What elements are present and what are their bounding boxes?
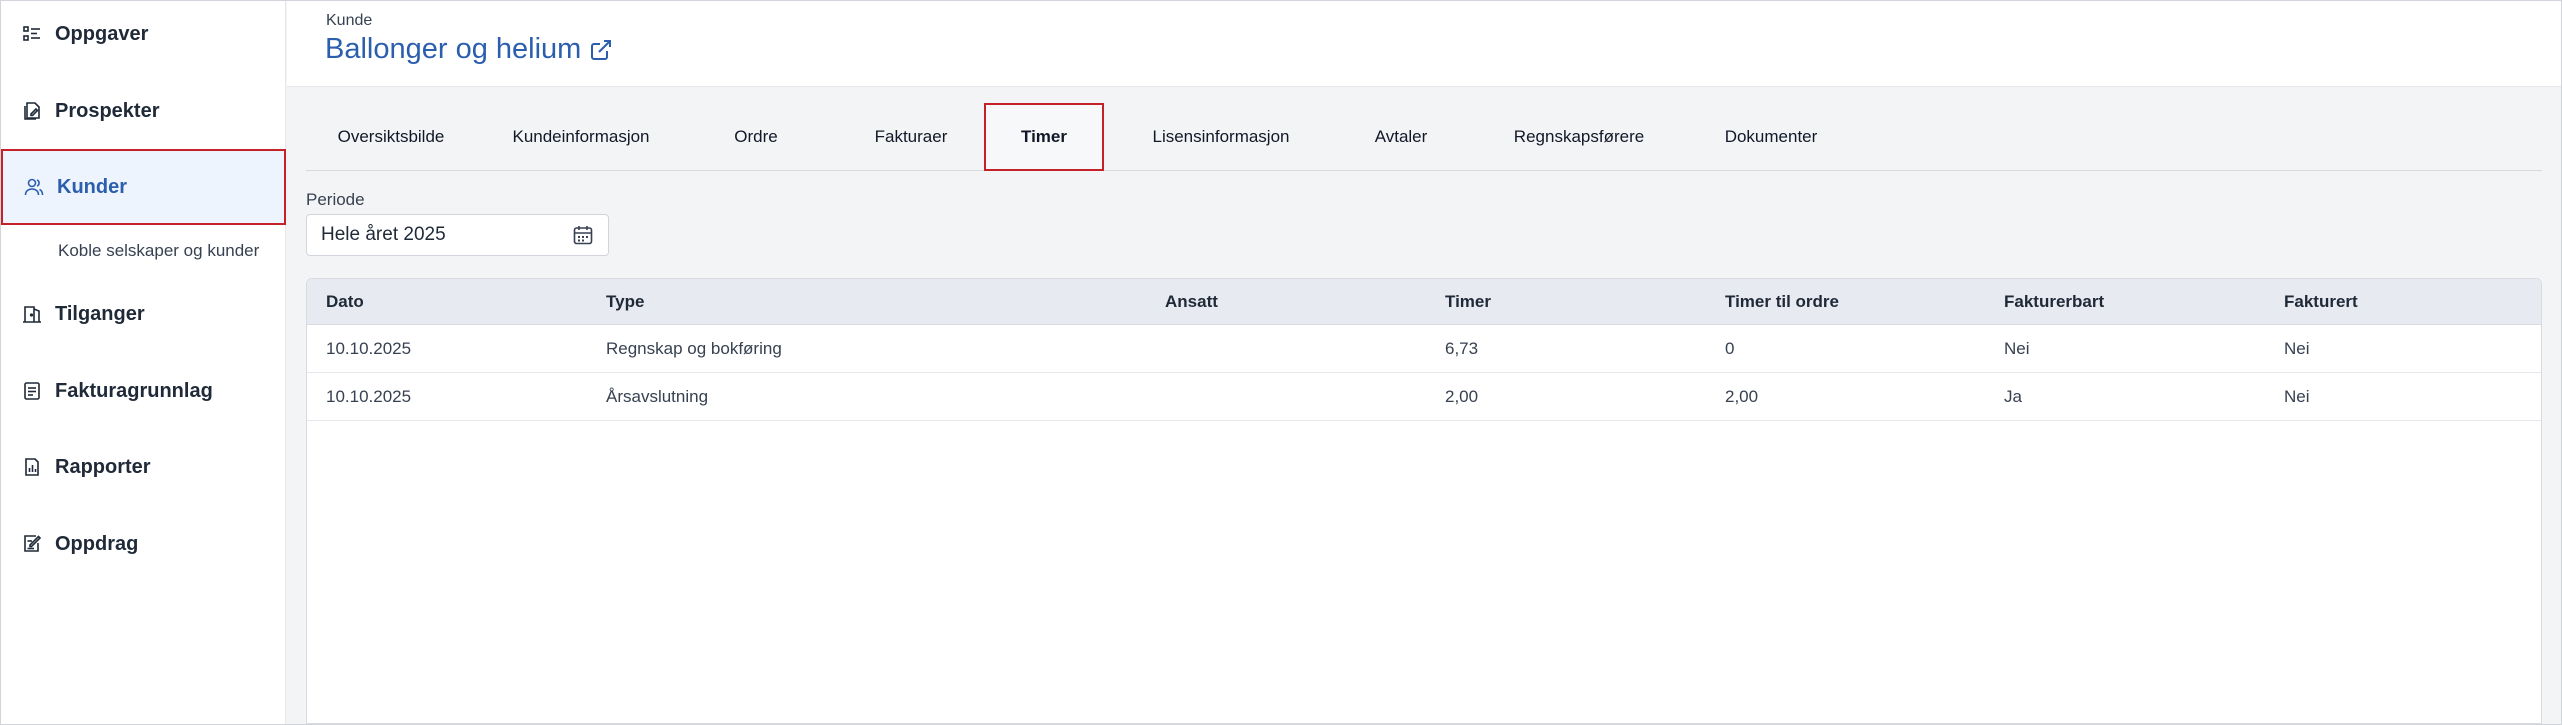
page-header: Kunde Ballonger og helium <box>287 1 2561 87</box>
cell-fakturerbart: Nei <box>2004 339 2030 358</box>
sidebar-item-label: Oppdrag <box>55 532 139 555</box>
tab-oversiktsbilde[interactable]: Oversiktsbilde <box>306 103 476 171</box>
tab-timer[interactable]: Timer <box>984 103 1104 171</box>
sidebar-item-fakturagrunnlag[interactable]: Fakturagrunnlag <box>1 353 286 429</box>
cell-dato: 10.10.2025 <box>326 387 412 406</box>
sidebar-item-prospekter[interactable]: Prospekter <box>1 73 286 149</box>
table-header: Dato Type Ansatt Timer Timer til ordre F… <box>307 279 2541 325</box>
column-header-dato[interactable]: Dato <box>326 279 364 325</box>
sidebar-item-label: Prospekter <box>55 99 160 122</box>
cell-timer: 2,00 <box>1445 387 1479 406</box>
customer-title: Ballonger og helium <box>325 33 613 66</box>
period-date-picker[interactable]: Hele året 2025 <box>306 214 609 256</box>
tab-avtaler[interactable]: Avtaler <box>1346 103 1456 171</box>
sidebar-item-label: Fakturagrunnlag <box>55 379 213 402</box>
cell-fakturerbart: Ja <box>2004 387 2022 406</box>
tab-fakturaer[interactable]: Fakturaer <box>846 103 976 171</box>
column-header-fakturerbart[interactable]: Fakturerbart <box>2004 279 2104 325</box>
sidebar-item-rapporter[interactable]: Rapporter <box>1 429 286 505</box>
table-row[interactable]: 10.10.2025 Regnskap og bokføring 6,73 0 … <box>307 325 2541 373</box>
column-header-timer-til-ordre[interactable]: Timer til ordre <box>1725 279 1839 325</box>
cell-timer: 6,73 <box>1445 339 1479 358</box>
column-header-fakturert[interactable]: Fakturert <box>2284 279 2358 325</box>
period-label: Periode <box>306 190 365 209</box>
cell-fakturert: Nei <box>2284 387 2310 406</box>
sidebar-item-label: Kunder <box>57 175 127 198</box>
sidebar-item-label: Oppgaver <box>55 22 149 45</box>
report-chart-icon <box>21 456 43 478</box>
task-list-icon <box>21 23 43 45</box>
tab-regnskapsforere[interactable]: Regnskapsførere <box>1484 103 1674 171</box>
tab-ordre[interactable]: Ordre <box>694 103 818 171</box>
invoice-list-icon <box>21 380 43 402</box>
sidebar-item-oppgaver[interactable]: Oppgaver <box>1 0 286 72</box>
external-link-icon[interactable] <box>589 38 613 62</box>
sidebar: Oppgaver Prospekter Kunder Koble selskap… <box>1 1 286 724</box>
door-key-icon <box>21 303 43 325</box>
edit-square-icon <box>21 533 43 555</box>
page-kicker: Kunde <box>326 12 373 29</box>
cell-type: Regnskap og bokføring <box>606 339 782 358</box>
tab-lisensinformasjon[interactable]: Lisensinformasjon <box>1126 103 1316 171</box>
period-value: Hele året 2025 <box>321 224 446 245</box>
tab-dokumenter[interactable]: Dokumenter <box>1696 103 1846 171</box>
cell-timer-til-ordre: 2,00 <box>1725 387 1759 406</box>
column-header-timer[interactable]: Timer <box>1445 279 1491 325</box>
column-header-ansatt[interactable]: Ansatt <box>1165 279 1218 325</box>
sidebar-item-kunder[interactable]: Kunder <box>1 149 286 225</box>
page-title: Ballonger og helium <box>325 33 582 65</box>
sidebar-item-label: Tilganger <box>55 302 145 325</box>
sidebar-item-label: Rapporter <box>55 455 151 478</box>
sidebar-subitem-koble-selskaper[interactable]: Koble selskaper og kunder <box>58 241 259 261</box>
cell-dato: 10.10.2025 <box>326 339 412 358</box>
cell-fakturert: Nei <box>2284 339 2310 358</box>
hours-table: Dato Type Ansatt Timer Timer til ordre F… <box>306 278 2542 724</box>
sidebar-item-oppdrag[interactable]: Oppdrag <box>1 506 286 582</box>
tab-kundeinformasjon[interactable]: Kundeinformasjon <box>492 103 670 171</box>
calendar-icon[interactable] <box>572 224 594 246</box>
column-header-type[interactable]: Type <box>606 279 644 325</box>
sidebar-item-tilganger[interactable]: Tilganger <box>1 276 286 352</box>
cell-type: Årsavslutning <box>606 387 709 406</box>
document-edit-icon <box>21 100 43 122</box>
users-icon <box>23 176 45 198</box>
cell-timer-til-ordre: 0 <box>1725 339 1735 358</box>
table-row[interactable]: 10.10.2025 Årsavslutning 2,00 2,00 Ja Ne… <box>307 373 2541 421</box>
tab-bar: Oversiktsbilde Kundeinformasjon Ordre Fa… <box>306 103 2542 171</box>
